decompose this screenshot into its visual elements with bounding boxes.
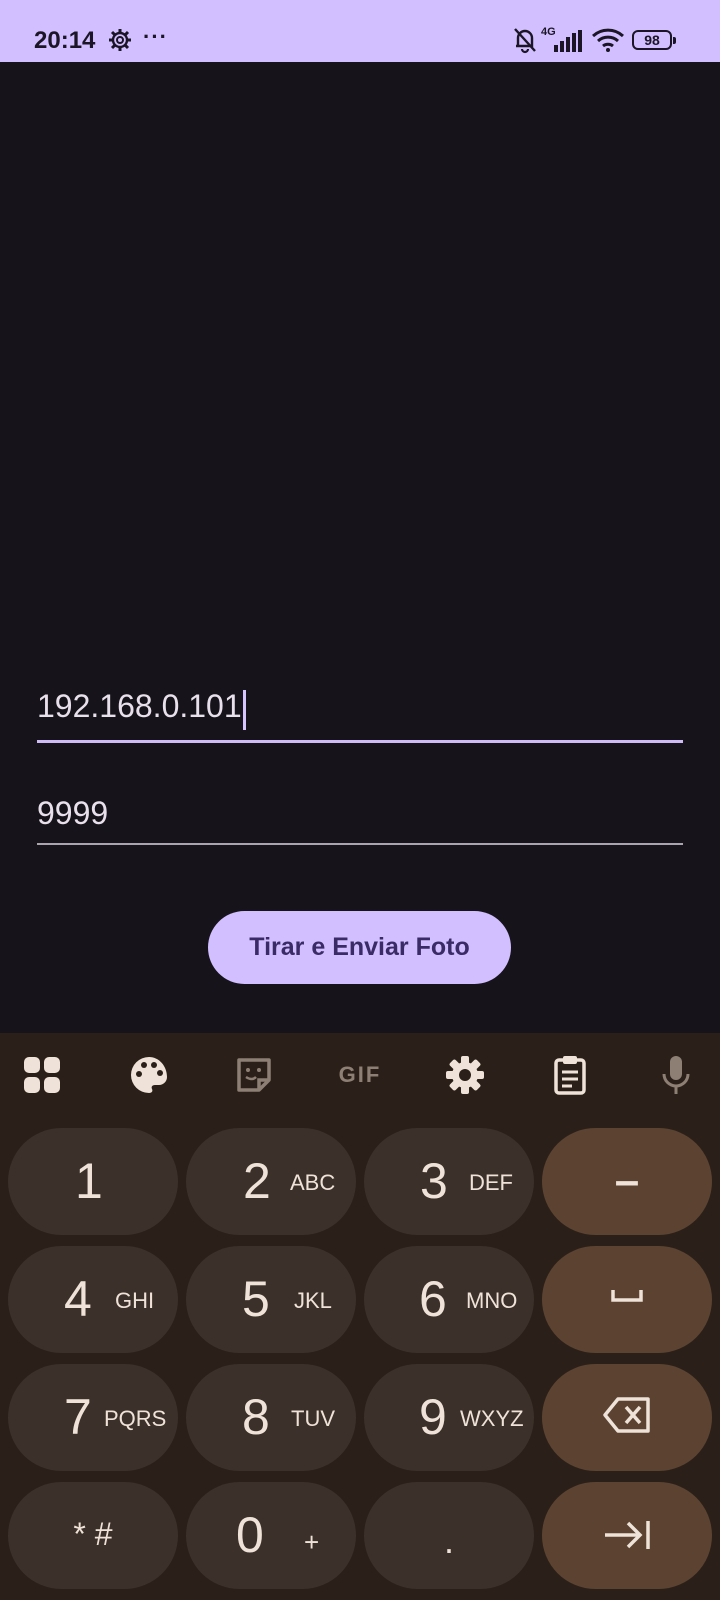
key-digit: 0 xyxy=(236,1507,264,1563)
more-dots-icon: ··· xyxy=(143,24,168,49)
bell-off-icon xyxy=(512,26,538,54)
signal-icon xyxy=(554,30,584,52)
key-digit: 6 xyxy=(419,1271,447,1327)
text-cursor xyxy=(242,689,246,730)
sticker-icon[interactable] xyxy=(232,1053,276,1097)
key-letters: MNO xyxy=(466,1288,518,1313)
tab-next-icon xyxy=(542,1518,712,1557)
key-digit: 1 xyxy=(75,1153,103,1209)
status-time: 20:14 xyxy=(34,27,96,54)
dot-symbol: . xyxy=(443,1520,454,1561)
ip-field-underline xyxy=(37,740,683,743)
key-next[interactable] xyxy=(542,1482,712,1589)
key-space[interactable] xyxy=(542,1246,712,1353)
key-1[interactable]: 1 xyxy=(8,1128,178,1235)
key-letters: GHI xyxy=(115,1288,155,1313)
star-hash-symbol: * # xyxy=(73,1516,113,1552)
battery-icon: 98 xyxy=(632,30,676,50)
key-8[interactable]: 8 TUV xyxy=(186,1364,356,1471)
key-dot[interactable]: . xyxy=(364,1482,534,1589)
apps-grid-icon[interactable] xyxy=(20,1053,64,1097)
clipboard-icon[interactable] xyxy=(548,1053,592,1097)
key-digit: 4 xyxy=(64,1271,92,1327)
numeric-keyboard: GIF 1 2 ABC 3 DEF – 4 GHI 5 JKL 6 MNO 7 … xyxy=(0,1033,720,1600)
key-digit: 2 xyxy=(243,1153,271,1209)
key-6[interactable]: 6 MNO xyxy=(364,1246,534,1353)
key-digit: 8 xyxy=(242,1389,270,1445)
ip-address-value: 192.168.0.101 xyxy=(37,688,242,724)
key-9[interactable]: 9 WXYZ xyxy=(364,1364,534,1471)
key-7[interactable]: 7 PQRS xyxy=(8,1364,178,1471)
key-backspace[interactable] xyxy=(542,1364,712,1471)
key-2[interactable]: 2 ABC xyxy=(186,1128,356,1235)
port-field[interactable]: 9999 xyxy=(37,795,683,845)
key-5[interactable]: 5 JKL xyxy=(186,1246,356,1353)
backspace-icon xyxy=(542,1395,712,1440)
key-letters: TUV xyxy=(291,1406,335,1431)
port-field-underline xyxy=(37,843,683,845)
key-digit: 7 xyxy=(64,1389,92,1445)
key-star-hash[interactable]: * # xyxy=(8,1482,178,1589)
gif-icon[interactable]: GIF xyxy=(336,1053,384,1097)
wifi-icon xyxy=(591,28,625,52)
status-bar: 20:14 ··· 4G 98 xyxy=(0,0,720,62)
take-and-send-photo-button[interactable]: Tirar e Enviar Foto xyxy=(208,911,511,984)
key-digit: 9 xyxy=(419,1389,447,1445)
key-digit: 3 xyxy=(420,1153,448,1209)
key-minus[interactable]: – xyxy=(542,1128,712,1235)
gear-icon xyxy=(108,28,132,52)
palette-icon[interactable] xyxy=(127,1053,171,1097)
key-letters: JKL xyxy=(294,1288,332,1313)
key-3[interactable]: 3 DEF xyxy=(364,1128,534,1235)
key-digit: 5 xyxy=(242,1271,270,1327)
key-letters: DEF xyxy=(469,1170,513,1195)
key-letters: WXYZ xyxy=(460,1406,524,1431)
space-icon xyxy=(542,1286,712,1311)
key-letters: + xyxy=(304,1527,320,1557)
mic-icon[interactable] xyxy=(654,1053,698,1097)
key-0[interactable]: 0 + xyxy=(186,1482,356,1589)
key-letters: PQRS xyxy=(104,1406,167,1431)
key-4[interactable]: 4 GHI xyxy=(8,1246,178,1353)
settings-icon[interactable] xyxy=(443,1053,487,1097)
port-value: 9999 xyxy=(37,795,109,831)
minus-symbol: – xyxy=(614,1156,640,1205)
key-letters: ABC xyxy=(290,1170,336,1195)
keyboard-toolbar: GIF xyxy=(0,1033,720,1113)
ip-address-field[interactable]: 192.168.0.101 xyxy=(37,688,683,743)
